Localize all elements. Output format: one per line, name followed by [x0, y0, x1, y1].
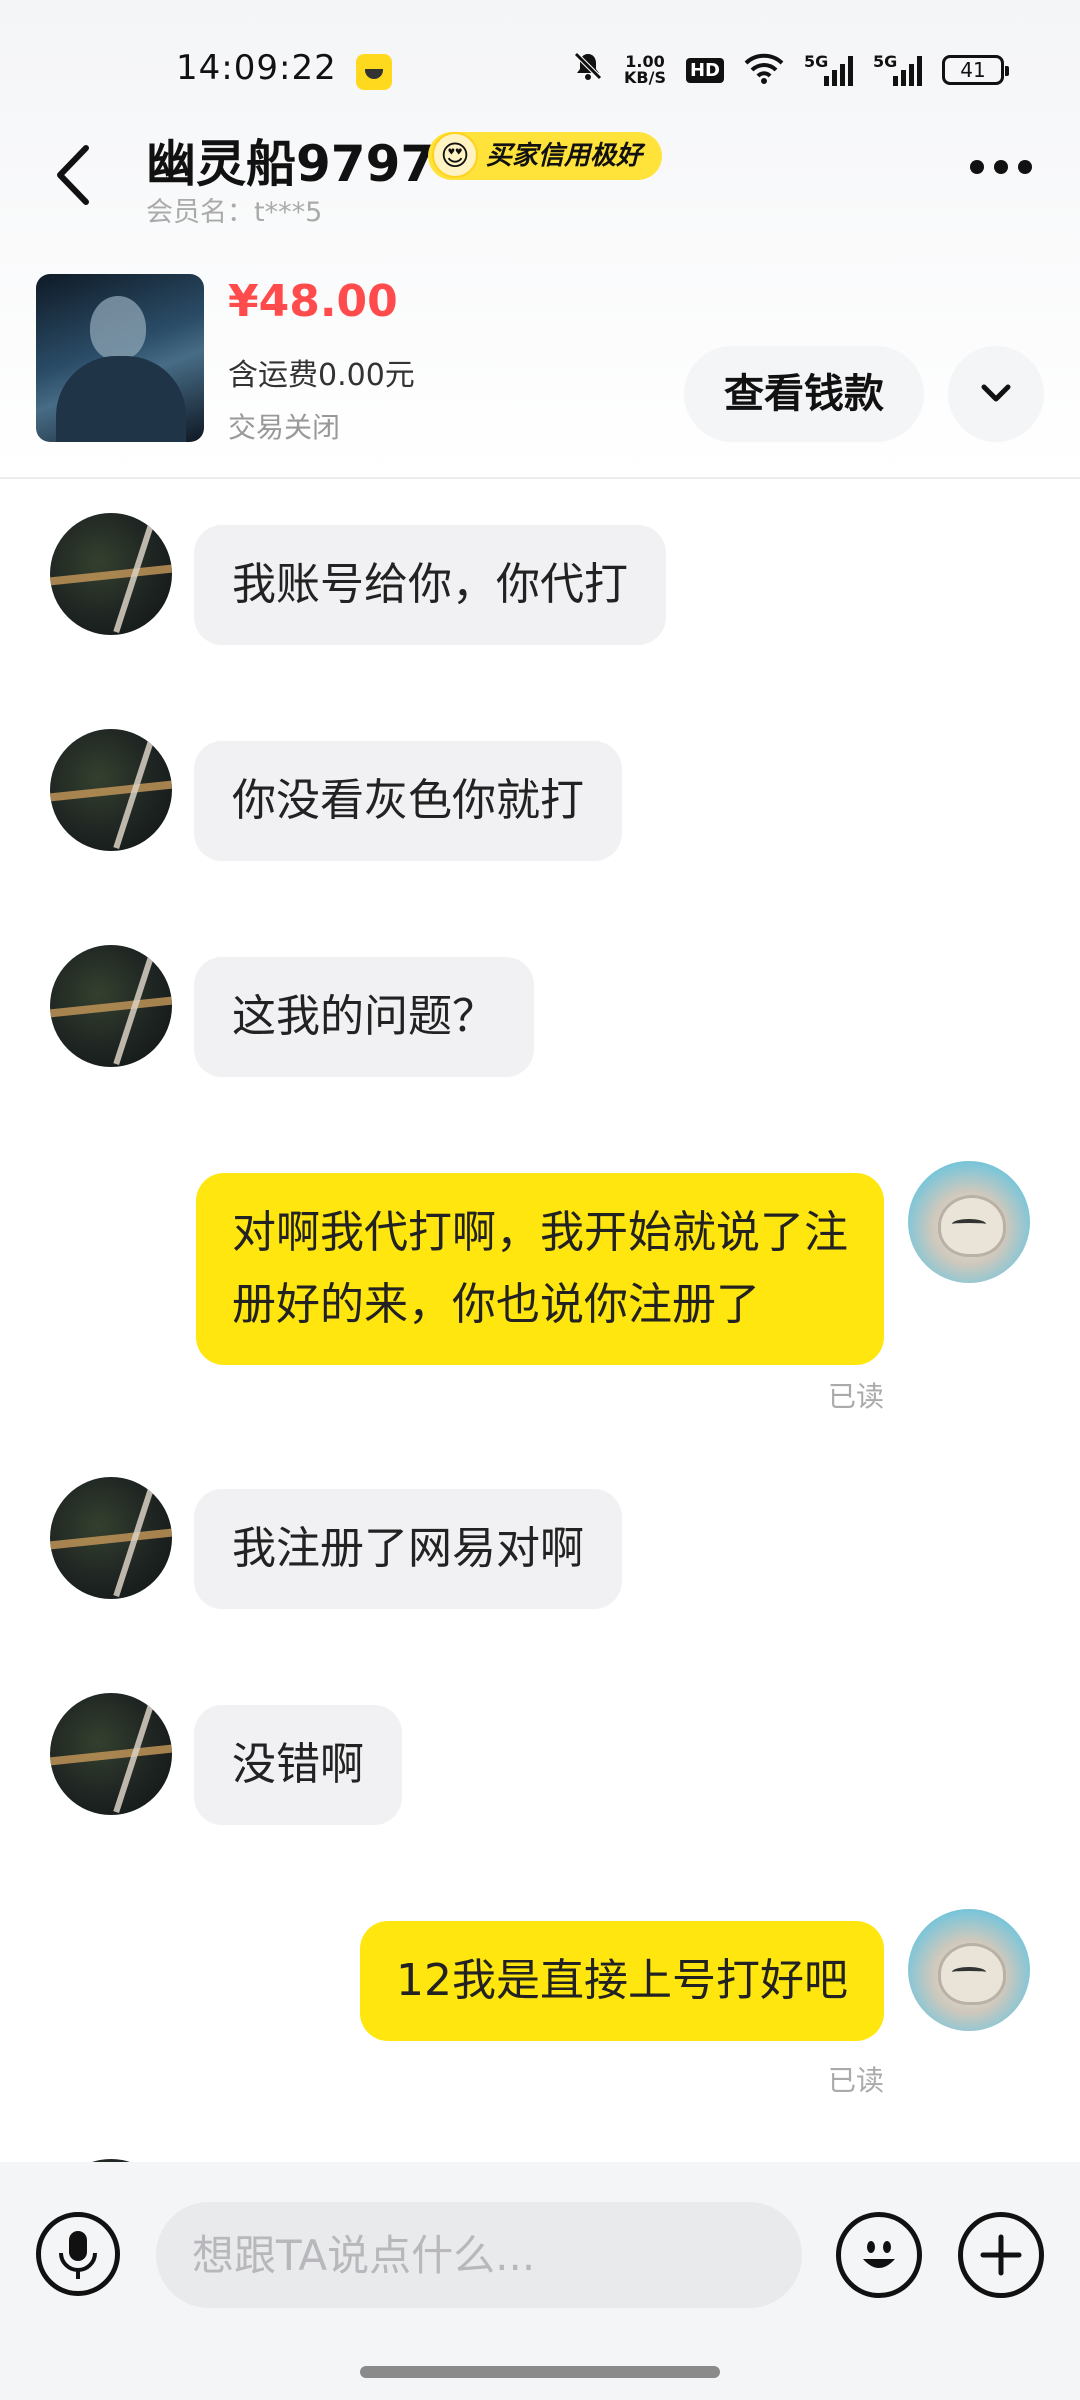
net-speed-unit: KB/S: [624, 68, 666, 87]
credit-badge-label: 买家信用极好: [486, 141, 643, 171]
message-bubble-received[interactable]: 没错啊: [194, 1705, 402, 1825]
message-bubble-sent[interactable]: 对啊我代打啊，我开始就说了注 册好的来，你也说你注册了: [196, 1173, 884, 1365]
product-thumbnail[interactable]: [36, 274, 204, 442]
avatar[interactable]: [50, 1477, 172, 1599]
member-name: 会员名：t***5: [146, 197, 323, 228]
message-bubble-sent[interactable]: 12我是直接上号打好吧: [360, 1921, 884, 2041]
heart-eyes-face-icon: 😍: [432, 132, 478, 178]
read-receipt: 已读: [827, 2064, 884, 2097]
avatar[interactable]: [50, 729, 172, 851]
message-line: 对啊我代打啊，我开始就说了注: [232, 1207, 848, 1258]
chat-title: 幽灵船9797: [146, 135, 436, 193]
my-avatar[interactable]: [908, 1909, 1030, 2031]
more-functions-button[interactable]: [958, 2212, 1044, 2298]
battery-icon: 41: [942, 55, 1009, 85]
app-notification-icon: [356, 54, 392, 90]
read-receipt: 已读: [827, 1380, 884, 1413]
back-button[interactable]: [48, 140, 98, 210]
mute-bell-icon: [572, 50, 604, 90]
plus-icon: [980, 2234, 1022, 2276]
more-options-button[interactable]: [970, 160, 1032, 174]
microphone-icon: [59, 2231, 97, 2279]
chat-area[interactable]: 我账号给你，你代打 你没看灰色你就打 这我的问题？ 对啊我代打啊，我开始就说了注…: [0, 479, 1080, 2181]
chevron-down-icon: [981, 384, 1011, 402]
more-dot-icon: [970, 160, 984, 174]
message-line: 册好的来，你也说你注册了: [232, 1279, 760, 1330]
shipping-info: 含运费0.00元: [228, 358, 415, 393]
message-bubble-received[interactable]: 这我的问题？: [194, 957, 534, 1077]
voice-button[interactable]: [36, 2212, 120, 2296]
status-time: 14:09:22: [176, 48, 337, 88]
signal-icon-1: 5G: [804, 52, 853, 86]
message-input[interactable]: [156, 2202, 802, 2308]
expand-button[interactable]: [948, 346, 1044, 442]
chevron-left-icon: [57, 145, 89, 205]
hd-icon: HD: [685, 57, 724, 83]
more-dot-icon: [994, 160, 1008, 174]
status-bar: 14:09:22 1.00 KB/S HD 5G 5G 41: [0, 0, 1080, 140]
smiley-icon: [863, 2241, 895, 2268]
credit-badge: 😍 买家信用极好: [428, 132, 663, 180]
status-icons: 1.00 KB/S HD 5G 5G 41: [572, 50, 1009, 90]
message-bubble-received[interactable]: 你没看灰色你就打: [194, 741, 622, 861]
net-speed: 1.00 KB/S: [624, 54, 666, 86]
wifi-icon: [744, 52, 784, 88]
trade-status: 交易关闭: [228, 411, 341, 444]
message-bubble-received[interactable]: 我账号给你，你代打: [194, 525, 666, 645]
view-money-button[interactable]: 查看钱款: [684, 346, 924, 442]
avatar[interactable]: [50, 945, 172, 1067]
input-bar: [0, 2162, 1080, 2400]
more-dot-icon: [1018, 160, 1032, 174]
my-avatar[interactable]: [908, 1161, 1030, 1283]
home-indicator[interactable]: [360, 2366, 720, 2378]
avatar[interactable]: [50, 1693, 172, 1815]
avatar[interactable]: [50, 513, 172, 635]
emoji-button[interactable]: [836, 2212, 922, 2298]
message-bubble-received[interactable]: 我注册了网易对啊: [194, 1489, 622, 1609]
signal-icon-2: 5G: [873, 52, 922, 86]
product-price: ¥48.00: [228, 276, 398, 327]
